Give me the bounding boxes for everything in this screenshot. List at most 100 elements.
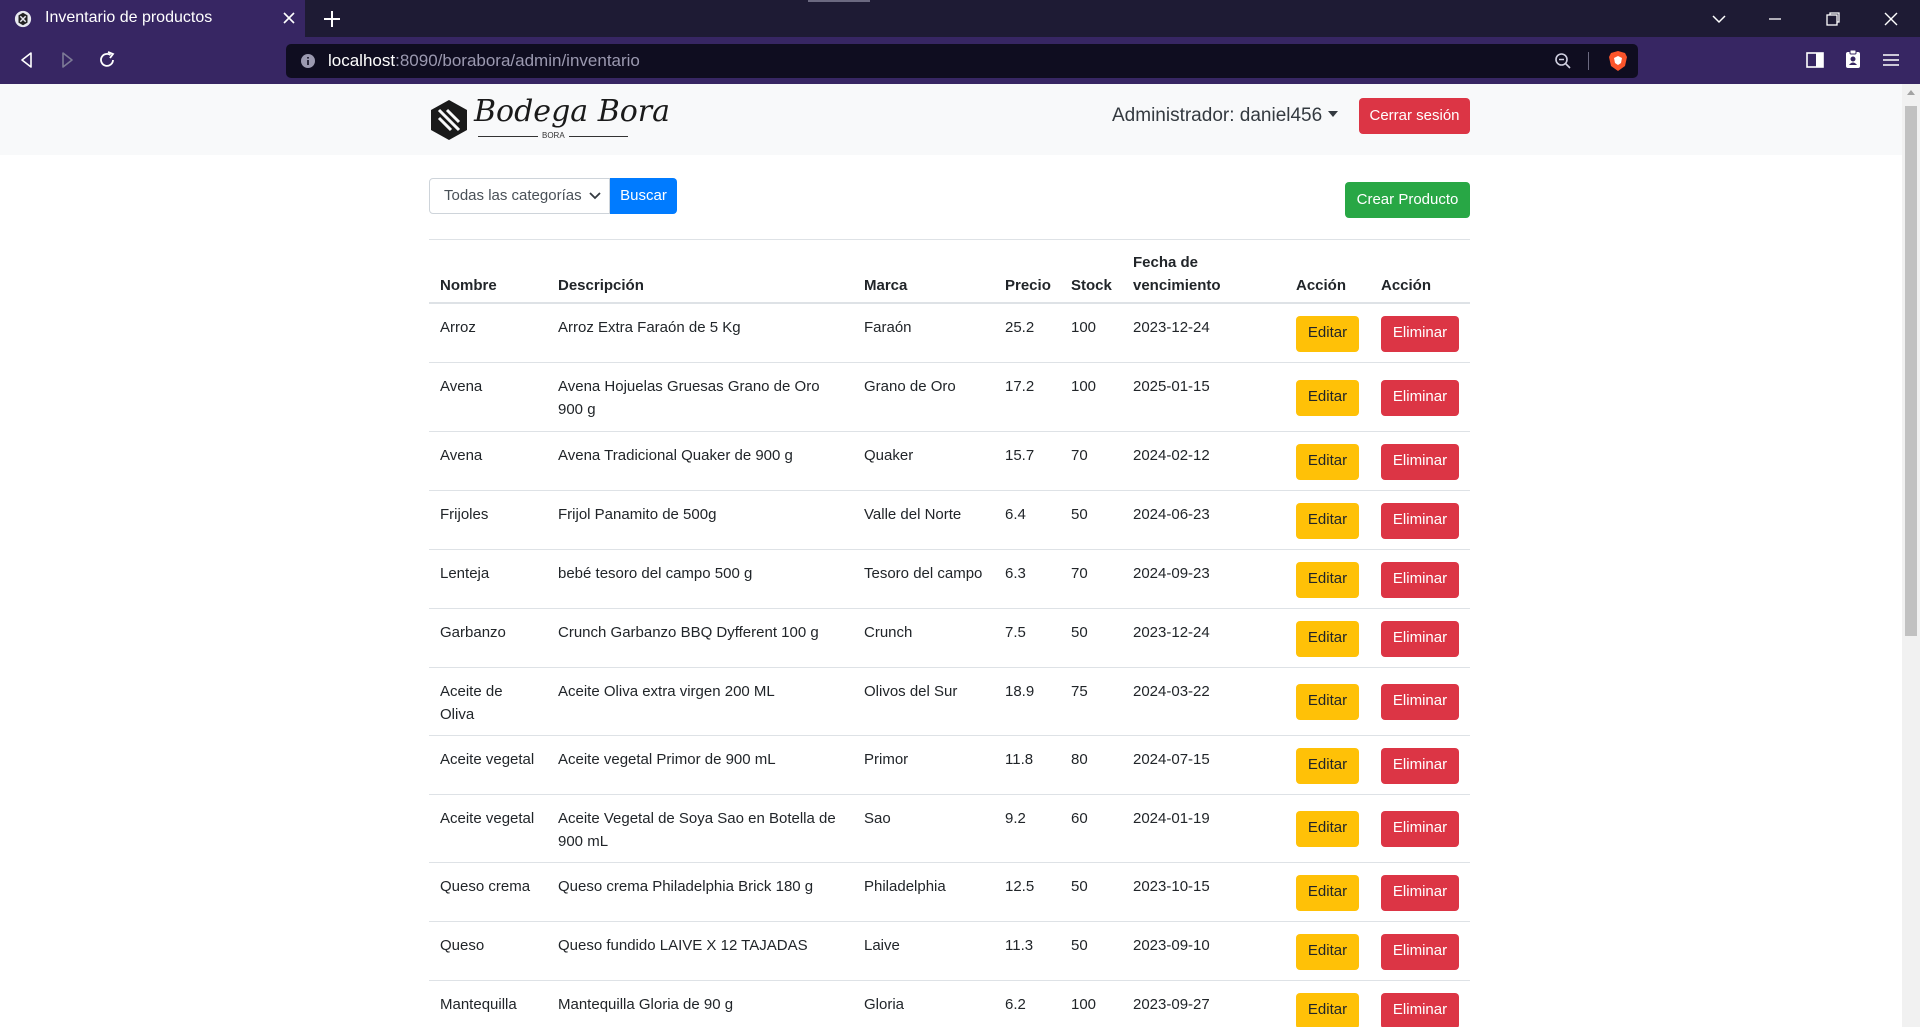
page-content: Bodega Bora BORA Administrador: daniel45…	[0, 84, 1902, 1027]
category-select[interactable]: Todas las categorías	[429, 178, 610, 214]
table-row: Avena Avena Tradicional Quaker de 900 g Qu…	[429, 432, 1470, 491]
tab-search-chevron-icon[interactable]	[1708, 8, 1730, 30]
edit-button[interactable]: Editar	[1296, 316, 1359, 352]
table-row: Avena Avena Hojuelas Gruesas Grano de Oro…	[429, 363, 1470, 432]
cell-nombre: Frijoles	[440, 506, 489, 523]
column-header-nombre: Nombre	[440, 277, 497, 294]
delete-button[interactable]: Eliminar	[1381, 562, 1459, 598]
cell-stock: 60	[1071, 810, 1088, 827]
cell-stock: 50	[1071, 506, 1088, 523]
forward-icon[interactable]	[56, 49, 78, 71]
cell-fecha-vencimiento: 2023-09-10	[1133, 937, 1210, 954]
delete-button[interactable]: Eliminar	[1381, 380, 1459, 416]
cell-precio: 6.2	[1005, 996, 1026, 1013]
delete-button[interactable]: Eliminar	[1381, 875, 1459, 911]
back-icon[interactable]	[16, 49, 38, 71]
bodega-bora-logo[interactable]: Bodega Bora BORA	[428, 94, 670, 146]
cell-marca: Sao	[864, 810, 891, 827]
logout-button[interactable]: Cerrar sesión	[1359, 98, 1470, 134]
table-row: Mantequilla Mantequilla Gloria de 90 g Glo…	[429, 981, 1470, 1027]
edit-button[interactable]: Editar	[1296, 748, 1359, 784]
reload-icon[interactable]	[96, 49, 118, 71]
url-text[interactable]: localhost:8090/borabora/admin/inventario	[328, 51, 640, 71]
sidebar-toggle-icon[interactable]	[1804, 49, 1826, 71]
cell-fecha-vencimiento: 2023-10-15	[1133, 878, 1210, 895]
delete-button[interactable]: Eliminar	[1381, 503, 1459, 539]
cell-descripcion: Aceite Vegetal de Soya Sao en Botella de…	[558, 810, 836, 850]
cell-marca: Gloria	[864, 996, 905, 1013]
zoom-icon[interactable]	[1554, 52, 1572, 70]
edit-button[interactable]: Editar	[1296, 875, 1359, 911]
wallet-icon[interactable]	[1842, 48, 1864, 70]
edit-button[interactable]: Editar	[1296, 562, 1359, 598]
delete-button[interactable]: Eliminar	[1381, 993, 1459, 1027]
table-row: Queso crema Queso crema Philadelphia Bric…	[429, 863, 1470, 922]
minimize-window-icon[interactable]	[1764, 8, 1786, 30]
edit-button[interactable]: Editar	[1296, 444, 1359, 480]
edit-button[interactable]: Editar	[1296, 380, 1359, 416]
delete-button[interactable]: Eliminar	[1381, 748, 1459, 784]
column-header-stock: Stock	[1071, 277, 1112, 294]
column-header-accion-eliminar: Acción	[1381, 277, 1432, 294]
address-bar[interactable]: localhost:8090/borabora/admin/inventario	[286, 44, 1638, 78]
cell-stock: 50	[1071, 937, 1088, 954]
cell-fecha-vencimiento: 2023-09-27	[1133, 996, 1210, 1013]
cell-precio: 9.2	[1005, 810, 1026, 827]
cell-fecha-vencimiento: 2024-01-19	[1133, 810, 1210, 827]
cell-precio: 7.5	[1005, 624, 1026, 641]
site-info-icon[interactable]	[300, 53, 316, 69]
cell-nombre: Lenteja	[440, 565, 490, 582]
site-header: Bodega Bora BORA Administrador: daniel45…	[0, 84, 1902, 155]
admin-dropdown[interactable]: Administrador: daniel456	[1112, 105, 1339, 127]
logo-subtitle: BORA	[538, 131, 569, 140]
cell-nombre: Avena	[440, 378, 483, 395]
column-header-marca: Marca	[864, 277, 908, 294]
cell-stock: 100	[1071, 996, 1097, 1013]
close-window-icon[interactable]	[1880, 8, 1902, 30]
edit-button[interactable]: Editar	[1296, 993, 1359, 1027]
delete-button[interactable]: Eliminar	[1381, 621, 1459, 657]
delete-button[interactable]: Eliminar	[1381, 811, 1459, 847]
address-bar-separator	[1588, 52, 1589, 70]
cell-precio: 25.2	[1005, 319, 1035, 336]
edit-button[interactable]: Editar	[1296, 811, 1359, 847]
browser-tab-active[interactable]: Inventario de productos	[0, 0, 305, 37]
delete-button[interactable]: Eliminar	[1381, 684, 1459, 720]
delete-button[interactable]: Eliminar	[1381, 444, 1459, 480]
cell-nombre: Aceite de Oliva	[440, 683, 503, 723]
caret-down-icon	[1328, 111, 1339, 117]
delete-button[interactable]: Eliminar	[1381, 316, 1459, 352]
cell-precio: 18.9	[1005, 683, 1035, 700]
edit-button[interactable]: Editar	[1296, 934, 1359, 970]
browser-tabbar: Inventario de productos	[0, 0, 1920, 37]
cell-descripcion: Crunch Garbanzo BBQ Dyfferent 100 g	[558, 624, 819, 641]
cell-marca: Laive	[864, 937, 900, 954]
cell-marca: Tesoro del campo	[864, 565, 983, 582]
edit-button[interactable]: Editar	[1296, 621, 1359, 657]
table-row: Frijoles Frijol Panamito de 500g Valle del…	[429, 491, 1470, 550]
edit-button[interactable]: Editar	[1296, 684, 1359, 720]
cell-marca: Primor	[864, 751, 909, 768]
cell-descripcion: Avena Tradicional Quaker de 900 g	[558, 447, 793, 464]
table-row: Arroz Arroz Extra Faraón de 5 Kg Faraón 25.…	[429, 304, 1470, 363]
close-tab-icon[interactable]	[279, 8, 299, 28]
edit-button[interactable]: Editar	[1296, 503, 1359, 539]
search-button[interactable]: Buscar	[610, 178, 677, 214]
table-row: Queso Queso fundido LAIVE X 12 TAJADAS Lai…	[429, 922, 1470, 981]
page-scrollbar[interactable]	[1902, 84, 1920, 1027]
cell-fecha-vencimiento: 2023-12-24	[1133, 319, 1210, 336]
scrollbar-thumb[interactable]	[1905, 106, 1917, 636]
brave-shields-icon[interactable]	[1608, 50, 1628, 72]
delete-button[interactable]: Eliminar	[1381, 934, 1459, 970]
table-row: Lenteja bebé tesoro del campo 500 g Tesoro…	[429, 550, 1470, 609]
cell-descripcion: Frijol Panamito de 500g	[558, 506, 717, 523]
create-product-button[interactable]: Crear Producto	[1345, 182, 1470, 218]
table-row: Aceite vegetal Aceite vegetal Primor de 9…	[429, 736, 1470, 795]
cell-nombre: Aceite vegetal	[440, 810, 535, 827]
menu-icon[interactable]	[1880, 49, 1902, 71]
scroll-up-arrow-icon[interactable]	[1907, 90, 1915, 95]
new-tab-icon[interactable]	[320, 7, 344, 31]
cell-fecha-vencimiento: 2024-06-23	[1133, 506, 1210, 523]
table-row: Aceite vegetal Aceite Vegetal de Soya Sao…	[429, 795, 1470, 863]
restore-window-icon[interactable]	[1822, 8, 1844, 30]
